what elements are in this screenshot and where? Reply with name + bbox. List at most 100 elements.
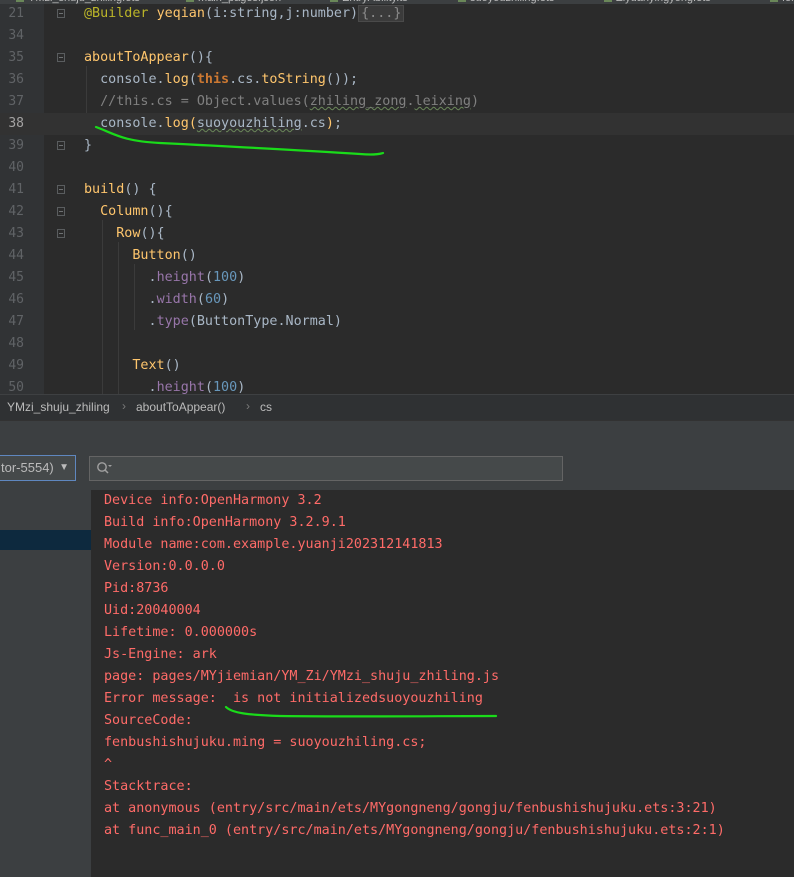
log-search-input[interactable] (116, 459, 550, 479)
tool-window-header (0, 420, 794, 447)
log-line: Error message: is not initializedsuoyouz… (104, 691, 483, 706)
code-token: (){ (148, 204, 173, 219)
log-search-box[interactable] (89, 456, 563, 481)
log-line: Uid:20040004 (104, 603, 201, 618)
code-token: //this.cs = Object.values( (84, 94, 310, 109)
code-line[interactable]: 42 Column(){ (0, 201, 794, 223)
fold-marker-icon[interactable] (57, 207, 65, 216)
selected-process-row[interactable] (0, 530, 92, 550)
log-line: Version:0.0.0.0 (104, 559, 225, 574)
code-token: (i:string,j:number) (204, 6, 359, 21)
device-select-value: tor-5554) (1, 460, 54, 475)
code-line[interactable]: 34 (0, 25, 794, 47)
code-text: Row(){ (84, 223, 165, 245)
code-token: ( (188, 72, 197, 87)
code-token: type (156, 314, 189, 329)
fold-marker-icon[interactable] (57, 229, 65, 238)
code-token: ()); (325, 72, 359, 87)
code-token: console. (84, 116, 165, 131)
line-number: 40 (8, 160, 24, 175)
code-line[interactable]: 39} (0, 135, 794, 157)
line-number: 35 (8, 50, 24, 65)
line-number: 43 (8, 226, 24, 241)
log-line: at func_main_0 (entry/src/main/ets/MYgon… (104, 823, 725, 838)
code-token: ; (333, 116, 342, 131)
code-token: ) (470, 94, 480, 109)
code-token: 100 (213, 270, 238, 285)
code-text: Text() (84, 355, 180, 377)
code-line[interactable]: 35 aboutToAppear(){ (0, 47, 794, 69)
line-number: 36 (8, 72, 24, 87)
line-number: 37 (8, 94, 24, 109)
code-token: . (84, 380, 157, 394)
log-process-panel (0, 490, 92, 877)
code-token: aboutToAppear (84, 50, 189, 65)
code-token: Row (116, 226, 141, 241)
search-icon[interactable] (96, 461, 112, 479)
breadcrumb-item-method[interactable]: aboutToAppear() (136, 400, 225, 414)
log-toolbar: tor-5554) ▼ (0, 446, 794, 490)
code-token: log (164, 116, 189, 131)
code-line[interactable]: 44 Button() (0, 245, 794, 267)
code-token: width (156, 292, 197, 307)
breadcrumb-item-field[interactable]: cs (260, 400, 272, 414)
fold-marker-icon[interactable] (57, 185, 65, 194)
code-token: height (156, 380, 205, 394)
code-token: ( (204, 270, 213, 285)
code-token: . (84, 270, 157, 285)
chevron-down-icon: ▼ (59, 462, 69, 473)
breadcrumb: YMzi_shuju_zhiling › aboutToAppear() › c… (0, 394, 794, 421)
line-number: 34 (8, 28, 24, 43)
breadcrumb-item-file[interactable]: YMzi_shuju_zhiling (7, 400, 110, 414)
code-token: 100 (213, 380, 238, 394)
code-line[interactable]: 41 build() { (0, 179, 794, 201)
fold-marker-icon[interactable] (57, 9, 65, 18)
code-line[interactable]: 45 .height(100) (0, 267, 794, 289)
code-token: . (84, 292, 157, 307)
code-line[interactable]: 38 console.log(suoyouzhiling.cs); (0, 113, 794, 135)
log-line: Pid:8736 (104, 581, 169, 596)
log-line: Lifetime: 0.000000s (104, 625, 258, 640)
panel-divider (91, 490, 92, 877)
line-number: 49 (8, 358, 24, 373)
code-line[interactable]: 37 //this.cs = Object.values(zhiling_zon… (0, 91, 794, 113)
fold-marker-icon[interactable] (57, 53, 65, 62)
fold-marker-icon[interactable] (57, 141, 65, 150)
log-output[interactable]: Device info:OpenHarmony 3.2 Build info:Op… (93, 490, 794, 877)
code-text: .type(ButtonType.Normal) (84, 311, 342, 333)
code-line[interactable]: 47 .type(ButtonType.Normal) (0, 311, 794, 333)
file-icon (604, 0, 612, 3)
code-line[interactable]: 43 Row(){ (0, 223, 794, 245)
code-line[interactable]: 40 (0, 157, 794, 179)
log-line: Js-Engine: ark (104, 647, 217, 662)
code-line[interactable]: 46 .width(60) (0, 289, 794, 311)
code-editor[interactable]: 21 @Builder yeqian(i:string,j:number) {...… (0, 4, 794, 394)
device-select[interactable]: tor-5554) ▼ (0, 455, 76, 481)
code-line[interactable]: 36 console.log(this.cs.toString()); (0, 69, 794, 91)
code-line[interactable]: 50 .height(100) (0, 377, 794, 394)
file-icon (458, 0, 466, 3)
line-number: 42 (8, 204, 24, 219)
code-token: log (164, 72, 189, 87)
code-token: ( (196, 292, 205, 307)
code-line[interactable]: 21 @Builder yeqian(i:string,j:number) {...… (0, 4, 794, 25)
code-token: (){ (140, 226, 165, 241)
code-token: ) (237, 380, 246, 394)
line-number: 45 (8, 270, 24, 285)
code-line[interactable]: 48 (0, 333, 794, 355)
code-text: } (84, 135, 92, 157)
log-line: SourceCode: (104, 713, 193, 728)
code-token: Text (132, 358, 165, 373)
log-line: Device info:OpenHarmony 3.2 (104, 493, 322, 508)
log-line: Build info:OpenHarmony 3.2.9.1 (104, 515, 346, 530)
code-token: this (196, 72, 230, 87)
code-token: () { (124, 182, 157, 197)
file-icon (186, 0, 194, 3)
code-token: suoyouzhiling (196, 116, 302, 131)
log-line: page: pages/MYjiemian/YM_Zi/YMzi_shuju_z… (104, 669, 500, 684)
code-token: . (406, 94, 415, 109)
line-number: 46 (8, 292, 24, 307)
code-line[interactable]: 49 Text() (0, 355, 794, 377)
